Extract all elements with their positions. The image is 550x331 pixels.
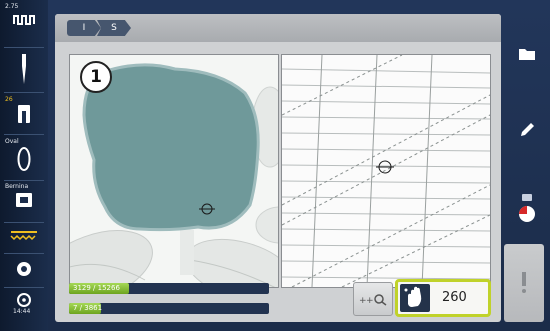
hoop-label: Oval [5, 138, 19, 145]
edit-button[interactable] [504, 112, 550, 148]
stitch-progress-bar: 3129 / 15266 [69, 283, 269, 294]
hand-icon [404, 286, 422, 307]
stitch-detail-preview [282, 55, 490, 287]
color-info-button[interactable] [504, 188, 550, 230]
time-display: 14:44 [13, 308, 31, 315]
bottom-controls: 3129 / 15266 7 / 3861 + + 260 [55, 272, 501, 322]
zoom-button[interactable]: + + [353, 282, 393, 316]
folder-icon [519, 49, 535, 60]
needle-position-icon [13, 15, 35, 25]
stitch-plate-icon [16, 193, 32, 207]
left-sidebar: 2.75 26 Oval Bernina 14:44 [0, 0, 48, 331]
feed-dog-button[interactable] [0, 228, 48, 250]
thread-color-icon [519, 194, 535, 222]
bobbin-button[interactable] [0, 260, 48, 282]
stitch-plate-button[interactable]: Bernina [0, 183, 48, 219]
feed-dog-icon [10, 231, 37, 241]
color-progress-bar: 7 / 3861 [69, 303, 269, 314]
clock-icon [17, 293, 31, 307]
needle-button[interactable] [0, 52, 48, 90]
bobbin-icon [17, 262, 31, 276]
clock-button[interactable]: 14:44 [0, 292, 48, 328]
start-stop-area[interactable] [504, 244, 544, 322]
mode-label: Bernina [5, 183, 29, 190]
stitch-counter-button[interactable]: 260 [395, 279, 491, 317]
breadcrumb: I S [55, 14, 501, 42]
pencil-icon [521, 123, 534, 136]
callout-number: 1 [80, 61, 112, 93]
presser-foot-icon [18, 105, 30, 123]
oval-hoop-icon [17, 147, 31, 171]
breadcrumb-item-1[interactable]: I [67, 20, 101, 36]
exclamation-icon [522, 272, 526, 293]
design-overview-pane[interactable]: 1 [69, 54, 279, 288]
stitch-counter-value: 260 [442, 290, 467, 305]
stitch-width-value: 2.75 [5, 3, 19, 10]
needle-icon [22, 54, 26, 84]
breadcrumb-item-2[interactable]: S [97, 20, 131, 36]
stitch-width-button[interactable]: 2.75 [0, 3, 48, 45]
zoom-icon: + + [359, 293, 387, 306]
hand-stitch-icon [400, 284, 430, 312]
presser-foot-number: 26 [5, 96, 13, 103]
svg-text:+: + [366, 296, 374, 306]
main-panel: I S 1 3129 / 15266 7 / 3861 + + 260 [55, 14, 501, 322]
stitch-progress-text: 3129 / 15266 [73, 284, 120, 292]
embroidery-screen: 2.75 26 Oval Bernina 14:44 I S 1 3129 / … [0, 0, 550, 331]
color-progress-text: 7 / 3861 [73, 304, 103, 312]
hoop-button[interactable]: Oval [0, 138, 48, 178]
presser-foot-button[interactable]: 26 [0, 96, 48, 132]
zoomed-stitch-pane[interactable] [281, 54, 491, 288]
folder-button[interactable] [504, 36, 550, 72]
